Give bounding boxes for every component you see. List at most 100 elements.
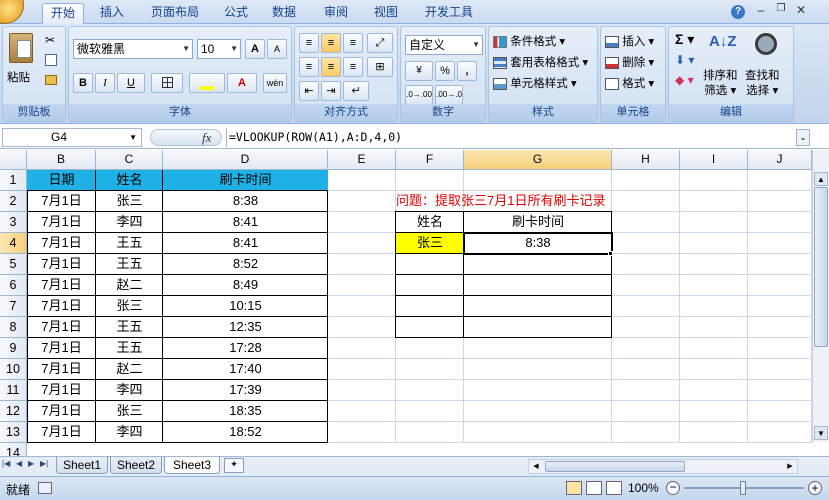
page-layout-view-icon[interactable] <box>586 481 602 495</box>
last-sheet-icon[interactable]: ▶| <box>40 459 48 468</box>
number-format-combo[interactable]: 自定义 ▼ <box>405 35 483 55</box>
name-box[interactable]: G4 ▼ <box>2 128 142 147</box>
lookup-name-cell[interactable]: 张三 <box>396 233 464 254</box>
sheet-tab-2[interactable]: Sheet2 <box>110 457 162 474</box>
question-text[interactable]: 问题：提取张三7月1日所有刷卡记录 <box>396 191 626 212</box>
italic-button[interactable]: I <box>95 73 115 93</box>
vertical-scrollbar[interactable]: ▲ ▼ <box>812 150 829 442</box>
insert-button[interactable]: 插入 ▾ <box>605 33 654 49</box>
tab-page-layout[interactable]: 页面布局 <box>144 3 206 24</box>
increase-indent-button[interactable]: ⇥ <box>321 81 341 101</box>
formula-input[interactable]: =VLOOKUP(ROW(A1),A:D,4,0) <box>226 128 796 147</box>
row-header-4[interactable]: 4 <box>0 233 27 254</box>
fill-icon[interactable]: ⬇ ▾ <box>675 53 694 67</box>
row-header-12[interactable]: 12 <box>0 401 27 422</box>
row-header-2[interactable]: 2 <box>0 191 27 212</box>
worksheet-grid[interactable]: BCDEFGHIJ 1 2 3 4 5 6 7 8 9 10 11 12 13 14 日期 姓名 刷卡时间 7月… <box>0 150 812 464</box>
row-header-13[interactable]: 13 <box>0 422 27 443</box>
cell-styles-button[interactable]: 单元格样式 ▾ <box>493 75 577 91</box>
minimize-icon[interactable]: – <box>754 3 768 19</box>
scroll-up-icon[interactable]: ▲ <box>814 172 828 186</box>
lookup-header-name[interactable]: 姓名 <box>396 212 464 233</box>
cut-icon[interactable]: ✂ <box>45 33 55 47</box>
sheet-tab-1[interactable]: Sheet1 <box>56 457 108 474</box>
scroll-thumb[interactable] <box>814 187 828 347</box>
decrease-decimal-button[interactable]: .00→.0 <box>435 85 463 105</box>
table-cell[interactable]: 7月1日 <box>27 212 96 233</box>
currency-button[interactable]: ¥ <box>405 61 433 81</box>
table-cell[interactable]: 王五 <box>96 338 163 359</box>
table-cell[interactable]: 8:49 <box>163 275 328 296</box>
row-header-10[interactable]: 10 <box>0 359 27 380</box>
office-button[interactable] <box>0 0 24 24</box>
column-header-f[interactable]: F <box>396 150 464 170</box>
table-cell[interactable]: 18:52 <box>163 422 328 443</box>
table-cell[interactable]: 张三 <box>96 401 163 422</box>
fill-color-button[interactable] <box>189 73 225 93</box>
format-button[interactable]: 格式 ▾ <box>605 75 654 91</box>
column-header-i[interactable]: I <box>680 150 748 170</box>
increase-decimal-button[interactable]: .0→.00 <box>405 85 433 105</box>
merge-center-button[interactable]: ⊞ <box>367 57 393 77</box>
table-cell[interactable]: 8:52 <box>163 254 328 275</box>
font-size-combo[interactable]: 10 ▼ <box>197 39 241 59</box>
font-name-combo[interactable]: 微软雅黑 ▼ <box>73 39 193 59</box>
column-header-e[interactable]: E <box>328 150 396 170</box>
hscroll-thumb[interactable] <box>545 461 685 472</box>
wrap-text-button[interactable]: ↵ <box>343 81 369 101</box>
row-header-3[interactable]: 3 <box>0 212 27 233</box>
delete-button[interactable]: 删除 ▾ <box>605 54 654 70</box>
conditional-format-button[interactable]: 条件格式 ▾ <box>493 33 565 49</box>
table-cell[interactable]: 7月1日 <box>27 296 96 317</box>
underline-button[interactable]: U <box>117 73 145 93</box>
comma-button[interactable]: , <box>457 61 477 81</box>
tab-view[interactable]: 视图 <box>366 3 406 24</box>
table-cell[interactable]: 王五 <box>96 233 163 254</box>
zoom-out-icon[interactable]: − <box>666 481 680 495</box>
borders-button[interactable] <box>151 73 183 93</box>
align-bottom-button[interactable]: ≡ <box>343 33 363 53</box>
macro-record-icon[interactable] <box>38 482 52 494</box>
font-color-button[interactable]: A <box>227 73 257 93</box>
help-icon[interactable]: ? <box>731 5 745 19</box>
tab-developer[interactable]: 开发工具 <box>418 3 480 24</box>
table-cell[interactable]: 李四 <box>96 422 163 443</box>
row-header-5[interactable]: 5 <box>0 254 27 275</box>
first-sheet-icon[interactable]: |◀ <box>2 459 10 468</box>
column-header-b[interactable]: B <box>27 150 96 170</box>
table-cell[interactable]: 7月1日 <box>27 422 96 443</box>
table-cell[interactable]: 18:35 <box>163 401 328 422</box>
prev-sheet-icon[interactable]: ◀ <box>16 459 22 468</box>
percent-button[interactable]: % <box>435 61 455 81</box>
table-cell[interactable]: 赵二 <box>96 275 163 296</box>
normal-view-icon[interactable] <box>566 481 582 495</box>
lookup-header-time[interactable]: 刷卡时间 <box>464 212 612 233</box>
table-cell[interactable]: 17:28 <box>163 338 328 359</box>
grow-font-button[interactable]: A <box>245 39 265 59</box>
table-header-cell[interactable]: 姓名 <box>96 170 163 191</box>
sort-filter-icon[interactable]: A↓Z <box>709 33 737 50</box>
table-cell[interactable]: 8:41 <box>163 233 328 254</box>
table-cell[interactable]: 7月1日 <box>27 359 96 380</box>
insert-sheet-icon[interactable]: ✦ <box>224 458 244 473</box>
table-cell[interactable]: 李四 <box>96 380 163 401</box>
tab-insert[interactable]: 插入 <box>92 3 132 24</box>
row-header-1[interactable]: 1 <box>0 170 27 191</box>
row-header-11[interactable]: 11 <box>0 380 27 401</box>
next-sheet-icon[interactable]: ▶ <box>28 459 34 468</box>
phonetic-button[interactable]: wén <box>263 73 287 93</box>
table-header-cell[interactable]: 刷卡时间 <box>163 170 328 191</box>
align-left-button[interactable]: ≡ <box>299 57 319 77</box>
table-cell[interactable]: 7月1日 <box>27 401 96 422</box>
orientation-button[interactable]: ⤢ <box>367 33 393 53</box>
decrease-indent-button[interactable]: ⇤ <box>299 81 319 101</box>
table-cell[interactable]: 张三 <box>96 191 163 212</box>
restore-icon[interactable]: ❐ <box>774 3 788 19</box>
horizontal-scrollbar[interactable]: ◀ ▶ <box>528 459 798 474</box>
tab-formulas[interactable]: 公式 <box>216 3 256 24</box>
table-cell[interactable]: 王五 <box>96 254 163 275</box>
table-cell[interactable]: 李四 <box>96 212 163 233</box>
table-cell[interactable]: 8:38 <box>163 191 328 212</box>
row-header-6[interactable]: 6 <box>0 275 27 296</box>
table-header-cell[interactable]: 日期 <box>27 170 96 191</box>
